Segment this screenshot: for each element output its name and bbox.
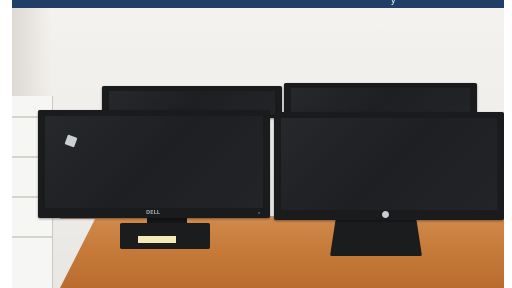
monitor-stand-base bbox=[120, 223, 210, 249]
monitor-stand-base bbox=[330, 220, 422, 256]
hp-logo-icon bbox=[382, 211, 389, 218]
stand-sticker bbox=[138, 236, 176, 243]
monitor-screen bbox=[45, 116, 263, 208]
banner-glyph: y bbox=[390, 0, 396, 6]
top-banner: y bbox=[12, 0, 504, 8]
cabinet-slat bbox=[12, 236, 52, 238]
monitor-screen bbox=[281, 118, 497, 210]
monitor-front-right bbox=[274, 112, 504, 220]
monitor-front-left: DELL bbox=[38, 110, 270, 218]
photo-frame: y DELL bbox=[0, 0, 512, 288]
power-led bbox=[258, 212, 260, 214]
dell-logo: DELL bbox=[146, 210, 160, 216]
monitor-photo: DELL bbox=[12, 8, 504, 288]
